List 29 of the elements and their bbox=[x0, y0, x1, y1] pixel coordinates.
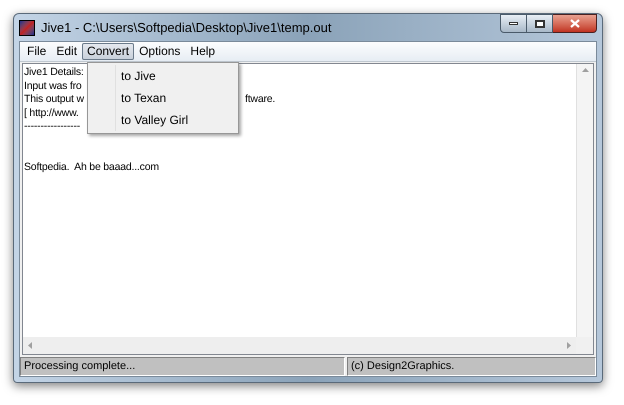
text-line: Jive1 Details: bbox=[24, 66, 84, 80]
text-line: This output w bbox=[24, 93, 84, 106]
maximize-button[interactable] bbox=[527, 14, 553, 33]
text-line: [ http://www. bbox=[24, 106, 79, 120]
text-line: Softpedia. Ah be baaad...com bbox=[24, 160, 159, 174]
horizontal-scrollbar[interactable] bbox=[23, 337, 576, 354]
menu-item[interactable]: File bbox=[22, 43, 52, 60]
dropdown-item[interactable]: to Valley Girl bbox=[116, 109, 198, 131]
menu-item[interactable]: Help bbox=[185, 43, 220, 60]
menu-item[interactable]: Options bbox=[134, 43, 186, 60]
text-line: ----------------- bbox=[24, 120, 80, 134]
minimize-button[interactable] bbox=[500, 14, 527, 33]
menu-item[interactable]: Edit bbox=[51, 43, 82, 60]
close-button[interactable] bbox=[553, 14, 597, 33]
close-icon bbox=[570, 19, 580, 28]
scroll-left-icon bbox=[28, 342, 32, 349]
scroll-right-icon bbox=[567, 342, 571, 349]
scrollbar-corner bbox=[576, 337, 593, 354]
text-line: Input was fro bbox=[24, 80, 82, 93]
text-fragment: ftware. bbox=[245, 93, 276, 106]
window-title: Jive1 - C:\Users\Softpedia\Desktop\Jive1\temp.out bbox=[41, 18, 332, 37]
status-text: Processing complete... bbox=[20, 357, 345, 376]
scroll-up-icon bbox=[582, 68, 588, 72]
dropdown-item[interactable]: to Jive bbox=[116, 65, 198, 87]
dropdown-item[interactable]: to Texan bbox=[116, 87, 198, 109]
status-text: (c) Design2Graphics. bbox=[347, 357, 596, 376]
app-icon bbox=[19, 20, 35, 36]
menu-item[interactable]: Convert bbox=[82, 43, 134, 60]
vertical-scrollbar[interactable] bbox=[576, 64, 593, 337]
